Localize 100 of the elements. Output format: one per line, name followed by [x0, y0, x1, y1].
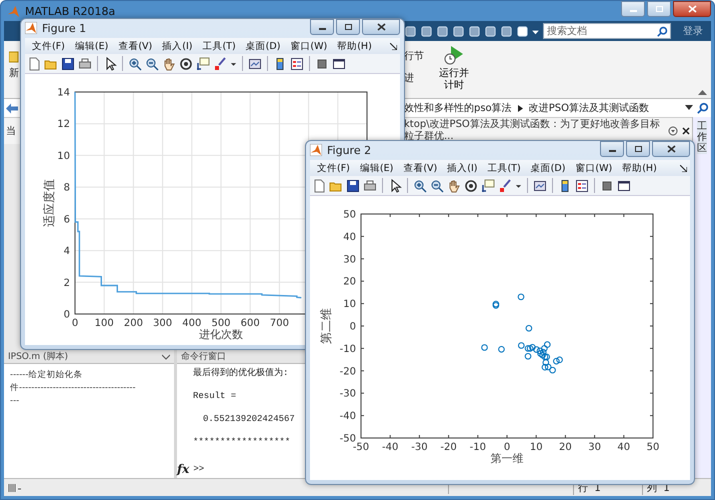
maximize-icon — [344, 23, 352, 31]
menu-item[interactable]: 编辑(E) — [354, 162, 398, 174]
print-icon[interactable] — [363, 178, 377, 193]
menu-item[interactable]: 插入(I) — [442, 162, 482, 174]
matlab-logo-icon — [25, 22, 37, 34]
run-and-time-button[interactable]: 运行并计时 — [436, 44, 472, 92]
tick-label: 4 — [64, 246, 70, 258]
new-file-icon[interactable] — [312, 178, 326, 193]
print-icon[interactable] — [78, 56, 92, 71]
command-output: Result = — [193, 391, 236, 401]
zoom-in-icon[interactable] — [128, 56, 142, 71]
path-segment[interactable]: 改进PSO算法及其测试函数 — [528, 101, 649, 115]
dock-arrow-icon[interactable] — [680, 164, 687, 172]
close-button[interactable] — [652, 141, 690, 157]
maximize-button[interactable] — [626, 141, 650, 157]
plot-window-icon[interactable] — [248, 56, 262, 71]
tick-label: -30 — [340, 388, 356, 400]
y-axis-label: 第二维 — [319, 308, 333, 344]
legend-icon[interactable] — [290, 56, 304, 71]
collapse-icon[interactable] — [698, 89, 707, 95]
function-browser-icon[interactable]: fx — [177, 462, 190, 476]
back-arrow-icon[interactable] — [6, 102, 18, 114]
tick-label: 50 — [343, 210, 356, 221]
scatter-point — [498, 346, 505, 353]
rotate-icon[interactable] — [464, 178, 478, 193]
menu-item[interactable]: 窗口(W) — [285, 40, 332, 52]
maximize-button[interactable] — [336, 19, 360, 35]
matlab-logo-icon — [7, 4, 20, 18]
search-icon[interactable] — [697, 102, 709, 114]
brush-icon[interactable] — [498, 178, 512, 193]
x-axis-label: 第一维 — [490, 452, 524, 466]
menu-item[interactable]: 插入(I) — [157, 40, 198, 52]
tick-label: -20 — [440, 442, 457, 454]
figure-title: Figure 2 — [327, 144, 372, 157]
minimize-button[interactable] — [310, 19, 334, 35]
tick-label: 8 — [64, 182, 70, 194]
brush-icon[interactable] — [213, 56, 227, 71]
dropdown-caret-icon[interactable] — [685, 105, 693, 111]
tick-label: 30 — [588, 442, 601, 454]
data-cursor-icon[interactable] — [481, 178, 495, 193]
square-icon[interactable] — [600, 178, 614, 193]
data-cursor-icon[interactable] — [196, 56, 210, 71]
command-prompt[interactable]: >> — [193, 464, 204, 474]
tick-label: 10 — [530, 442, 543, 454]
legend-icon[interactable] — [575, 178, 589, 193]
menu-item[interactable]: 文件(F) — [27, 40, 70, 52]
rotate-icon[interactable] — [179, 56, 193, 71]
menu-item[interactable]: 窗口(W) — [570, 162, 618, 174]
window-icon[interactable] — [332, 56, 346, 71]
tick-label: 0 — [350, 322, 356, 333]
chevron-icon[interactable] — [162, 354, 170, 360]
window-icon[interactable] — [617, 178, 631, 193]
path-segment[interactable]: 效性和多样性的pso算法 — [404, 101, 512, 115]
x-axis-label: 进化次数 — [199, 328, 243, 342]
menu-item[interactable]: 查看(V) — [398, 162, 442, 174]
hand-icon[interactable] — [447, 178, 461, 193]
scatter-point — [518, 294, 524, 300]
menu-item[interactable]: 文件(F) — [312, 162, 355, 174]
tick-label: 500 — [211, 318, 231, 330]
close-icon — [666, 145, 676, 153]
square-icon[interactable] — [315, 56, 329, 71]
search-field[interactable]: 搜索文档 — [543, 23, 671, 39]
circle-caret-icon[interactable] — [668, 126, 678, 136]
workspace-tab[interactable]: 工作区 — [697, 121, 707, 154]
tick-label: -10 — [340, 344, 356, 355]
tick-label: 40 — [617, 442, 630, 454]
menu-item[interactable]: 查看(V) — [113, 40, 158, 52]
close-icon[interactable] — [682, 127, 690, 135]
maximize-icon — [654, 5, 664, 13]
menu-item[interactable]: 工具(T) — [482, 162, 526, 174]
login-link[interactable]: 登录 — [683, 24, 703, 38]
menu-item[interactable]: 工具(T) — [197, 40, 241, 52]
layout-icon[interactable] — [8, 482, 22, 492]
scatter-point — [481, 344, 488, 351]
menu-item[interactable]: 桌面(D) — [240, 40, 286, 52]
hand-icon[interactable] — [162, 56, 176, 71]
close-button[interactable] — [673, 1, 711, 17]
zoom-out-icon[interactable] — [430, 178, 444, 193]
plot-window-icon[interactable] — [533, 178, 547, 193]
menu-item[interactable]: 帮助(H) — [617, 162, 662, 174]
tick-label: 600 — [240, 318, 260, 330]
tick-label: 20 — [343, 276, 356, 288]
search-icon[interactable] — [657, 26, 668, 36]
menu-item[interactable]: 编辑(E) — [70, 40, 114, 52]
run-timer-icon — [443, 44, 465, 66]
close-button[interactable] — [362, 19, 400, 35]
zoom-out-icon[interactable] — [145, 56, 159, 71]
scatter-point — [526, 324, 532, 332]
menu-item[interactable]: 帮助(H) — [332, 40, 377, 52]
figure-title: Figure 1 — [42, 22, 86, 35]
close-icon — [688, 5, 696, 13]
y-axis-label: 适应度值 — [42, 179, 56, 228]
new-file-icon[interactable] — [27, 56, 41, 71]
code-line: 件-------------------------------------- — [10, 382, 137, 395]
tick-label: 0 — [504, 442, 510, 454]
menu-item[interactable]: 桌面(D) — [526, 162, 570, 174]
minimize-button[interactable] — [600, 141, 624, 157]
dock-arrow-icon[interactable] — [390, 42, 397, 50]
window-title: MATLAB R2018a — [25, 4, 116, 18]
zoom-in-icon[interactable] — [413, 178, 427, 193]
